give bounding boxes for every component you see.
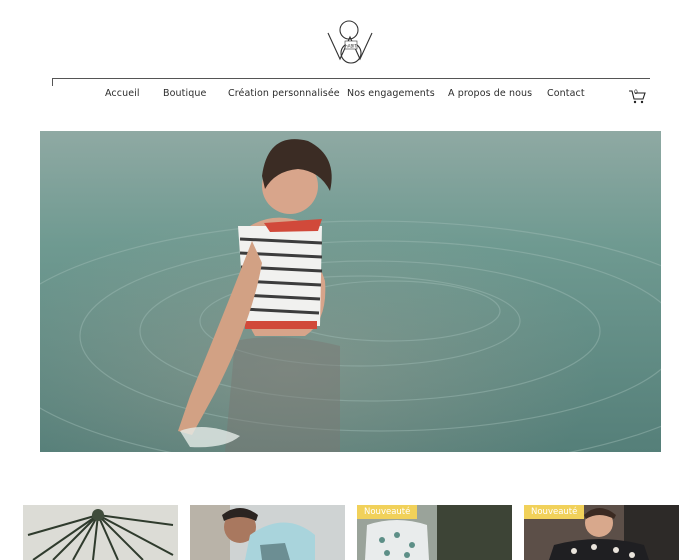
- brand-logo[interactable]: hABIT: [326, 15, 376, 67]
- cart-count: 0: [634, 89, 638, 96]
- logo-subtext: hABIT: [345, 44, 357, 49]
- main-nav: Accueil Boutique Création personnalisée …: [0, 88, 700, 104]
- product-card[interactable]: [23, 505, 178, 560]
- nav-item-accueil[interactable]: Accueil: [105, 88, 140, 99]
- product-card[interactable]: Nouveauté: [524, 505, 679, 560]
- nav-item-creation-personnalisee[interactable]: Création personnalisée: [228, 88, 340, 99]
- product-image: [190, 505, 345, 560]
- new-badge: Nouveauté: [524, 505, 585, 519]
- nav-item-a-propos[interactable]: A propos de nous: [448, 88, 532, 99]
- product-image: [23, 505, 178, 560]
- nav-item-boutique[interactable]: Boutique: [163, 88, 206, 99]
- hero-image: [40, 131, 661, 452]
- product-card[interactable]: [190, 505, 345, 560]
- nav-item-contact[interactable]: Contact: [547, 88, 585, 99]
- nav-divider: [52, 78, 650, 79]
- nav-item-nos-engagements[interactable]: Nos engagements: [347, 88, 435, 99]
- product-card[interactable]: Nouveauté: [357, 505, 512, 560]
- new-badge: Nouveauté: [357, 505, 418, 519]
- nav-divider-tick: [52, 78, 53, 86]
